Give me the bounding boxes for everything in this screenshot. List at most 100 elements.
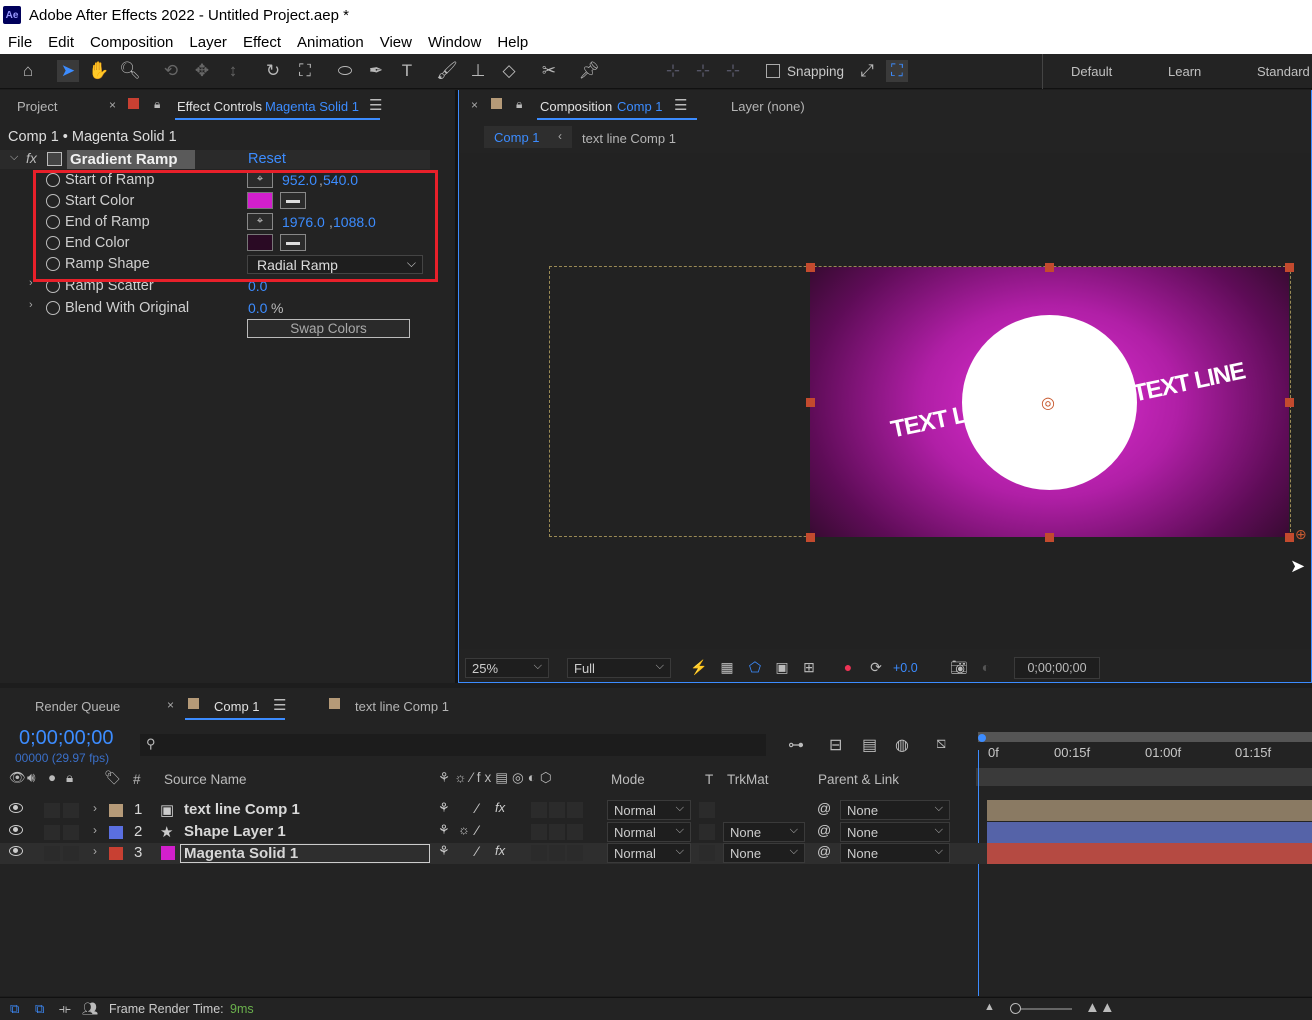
- mask-visibility-icon[interactable]: ⬠: [746, 659, 764, 677]
- eraser-tool-icon[interactable]: ◇: [498, 60, 520, 82]
- quality-switch-icon[interactable]: ⁄: [476, 843, 478, 859]
- shy-switch-icon[interactable]: ⚘: [438, 800, 450, 816]
- layer-duration-bar[interactable]: [987, 800, 1312, 821]
- panel-menu-icon[interactable]: ☰: [273, 696, 286, 714]
- shy-switch-icon[interactable]: ⚘: [438, 843, 450, 859]
- color-management-icon[interactable]: ⟳: [867, 659, 885, 677]
- blend-mode-dropdown[interactable]: Normal ⌵: [607, 800, 691, 820]
- handle-ml[interactable]: [806, 398, 815, 407]
- snapping-checkbox[interactable]: [766, 64, 780, 78]
- track-matte-dropdown[interactable]: None ⌵: [723, 822, 805, 842]
- layer-duration-bar[interactable]: [987, 843, 1312, 864]
- track-matte-dropdown[interactable]: None ⌵: [723, 843, 805, 863]
- axis-local-icon[interactable]: ⊹: [662, 60, 684, 82]
- pick-whip-icon[interactable]: @: [817, 843, 831, 859]
- tab-project[interactable]: Project: [17, 99, 57, 114]
- zoom-dropdown[interactable]: 25% ⌵: [465, 658, 549, 678]
- resolution-dropdown[interactable]: Full ⌵: [567, 658, 671, 678]
- pick-whip-icon[interactable]: @: [817, 800, 831, 816]
- stopwatch-icon[interactable]: [46, 301, 60, 315]
- handle-tl[interactable]: [806, 263, 815, 272]
- tab-render-queue[interactable]: Render Queue: [35, 699, 120, 714]
- puppet-pin-tool-icon[interactable]: 📌︎: [578, 60, 600, 82]
- menu-layer[interactable]: Layer: [181, 34, 235, 51]
- close-tab-icon[interactable]: ×: [167, 698, 174, 712]
- visibility-eye-icon[interactable]: [9, 825, 23, 835]
- layer-duration-bar[interactable]: [987, 822, 1312, 843]
- show-snapshot-icon[interactable]: ◐: [977, 659, 995, 677]
- preserve-transparency-toggle[interactable]: [699, 802, 715, 818]
- roto-brush-tool-icon[interactable]: ✂: [538, 60, 560, 82]
- home-icon[interactable]: ⌂: [17, 60, 39, 82]
- layer-name[interactable]: Magenta Solid 1: [180, 844, 430, 863]
- anchor-point-tool-icon[interactable]: ⛶: [294, 60, 316, 82]
- handle-tm[interactable]: [1045, 263, 1054, 272]
- graph-editor-icon[interactable]: ⧅: [936, 735, 946, 753]
- workspace-standard[interactable]: Standard: [1257, 64, 1310, 79]
- parent-dropdown[interactable]: None ⌵: [840, 800, 950, 820]
- tab-comp1[interactable]: Comp 1: [214, 699, 260, 714]
- transparency-grid-icon[interactable]: ▦: [718, 659, 736, 677]
- orbit-camera-icon[interactable]: ⟲: [160, 60, 182, 82]
- close-tab-icon[interactable]: ×: [109, 98, 116, 112]
- flow-comp1[interactable]: Comp 1 ‹: [484, 126, 572, 148]
- handle-bl[interactable]: [806, 533, 815, 542]
- brush-tool-icon[interactable]: 🖌︎: [436, 60, 458, 82]
- grid-guides-icon[interactable]: ⊞: [800, 659, 818, 677]
- solo-toggle[interactable]: [44, 846, 60, 861]
- tab-layer[interactable]: Layer (none): [731, 99, 805, 114]
- parent-dropdown[interactable]: None ⌵: [840, 843, 950, 863]
- handle-bm[interactable]: [1045, 533, 1054, 542]
- current-timecode[interactable]: 0;00;00;00: [19, 727, 114, 750]
- quality-switch-icon[interactable]: ⁄: [476, 822, 478, 838]
- hand-tool-icon[interactable]: ✋: [88, 60, 110, 82]
- flow-textline[interactable]: text line Comp 1: [582, 131, 676, 146]
- channels-icon[interactable]: ●: [839, 659, 857, 677]
- layer-row[interactable]: › 2 ★ Shape Layer 1 ⚘ ⁄ Normal ⌵ None ⌵ @ None ⌵ ☼: [0, 822, 1312, 843]
- menu-file[interactable]: File: [0, 34, 40, 51]
- preserve-transparency-toggle[interactable]: [699, 824, 715, 840]
- work-area-bar[interactable]: [978, 732, 1312, 742]
- fast-preview-icon[interactable]: ⚡: [690, 659, 708, 677]
- lock-icon[interactable]: 🔒︎: [154, 97, 160, 112]
- layer-row[interactable]: ›1▣text line Comp 1⚘⁄fxNormal⌵⌵@None⌵: [0, 800, 1312, 821]
- pan-camera-icon[interactable]: ✥: [191, 60, 213, 82]
- composition-viewer[interactable]: TEXT LINE TEXT LINE ◎ ⊕ ➤: [460, 153, 1311, 649]
- menu-effect[interactable]: Effect: [235, 34, 289, 51]
- timeline-nav-bar[interactable]: [976, 768, 1312, 786]
- time-ruler[interactable]: 0f 00:15f 01:00f 01:15f: [978, 744, 1312, 766]
- tab-comp-name[interactable]: Comp 1: [617, 99, 663, 114]
- blend-mode-dropdown[interactable]: Normal ⌵: [607, 843, 691, 863]
- blend-mode-dropdown[interactable]: Normal ⌵: [607, 822, 691, 842]
- quality-switch-icon[interactable]: ⁄: [476, 800, 478, 816]
- tab-textline[interactable]: text line Comp 1: [355, 699, 449, 714]
- effect-name[interactable]: Gradient Ramp: [70, 151, 178, 168]
- layer-search-input[interactable]: ⚲: [140, 734, 766, 756]
- expand-icon[interactable]: ›: [93, 844, 97, 858]
- collapse-switch-icon[interactable]: ☼: [458, 822, 470, 837]
- snap-option-icon[interactable]: ⤢: [856, 60, 878, 82]
- region-of-interest-icon[interactable]: ▣: [773, 659, 791, 677]
- snap-feature-icon[interactable]: ⛶: [886, 60, 908, 82]
- menu-animation[interactable]: Animation: [289, 34, 372, 51]
- lock-toggle[interactable]: [63, 846, 79, 861]
- zoom-out-icon[interactable]: ▲: [984, 1001, 995, 1013]
- rotation-tool-icon[interactable]: ↻: [262, 60, 284, 82]
- fx-toggle-icon[interactable]: fx: [26, 150, 37, 166]
- expand-icon[interactable]: ›: [93, 823, 97, 837]
- tab-composition[interactable]: Composition: [540, 99, 612, 114]
- handle-br[interactable]: [1285, 533, 1294, 542]
- panel-menu-icon[interactable]: ☰: [674, 96, 687, 114]
- close-tab-icon[interactable]: ×: [471, 98, 478, 112]
- lock-toggle[interactable]: [63, 825, 79, 840]
- lock-toggle[interactable]: [63, 803, 79, 818]
- zoom-tool-icon[interactable]: 🔍︎: [119, 60, 141, 82]
- tab-effect-controls[interactable]: Effect Controls: [177, 99, 262, 114]
- menu-help[interactable]: Help: [489, 34, 536, 51]
- workspace-default[interactable]: Default: [1071, 64, 1112, 79]
- preserve-transparency-toggle[interactable]: [699, 845, 715, 861]
- snapshot-icon[interactable]: 📷︎: [950, 659, 968, 677]
- anchor-point-icon[interactable]: ◎: [1041, 393, 1055, 413]
- label-color-swatch[interactable]: [109, 847, 123, 860]
- panel-menu-icon[interactable]: ☰: [369, 96, 382, 114]
